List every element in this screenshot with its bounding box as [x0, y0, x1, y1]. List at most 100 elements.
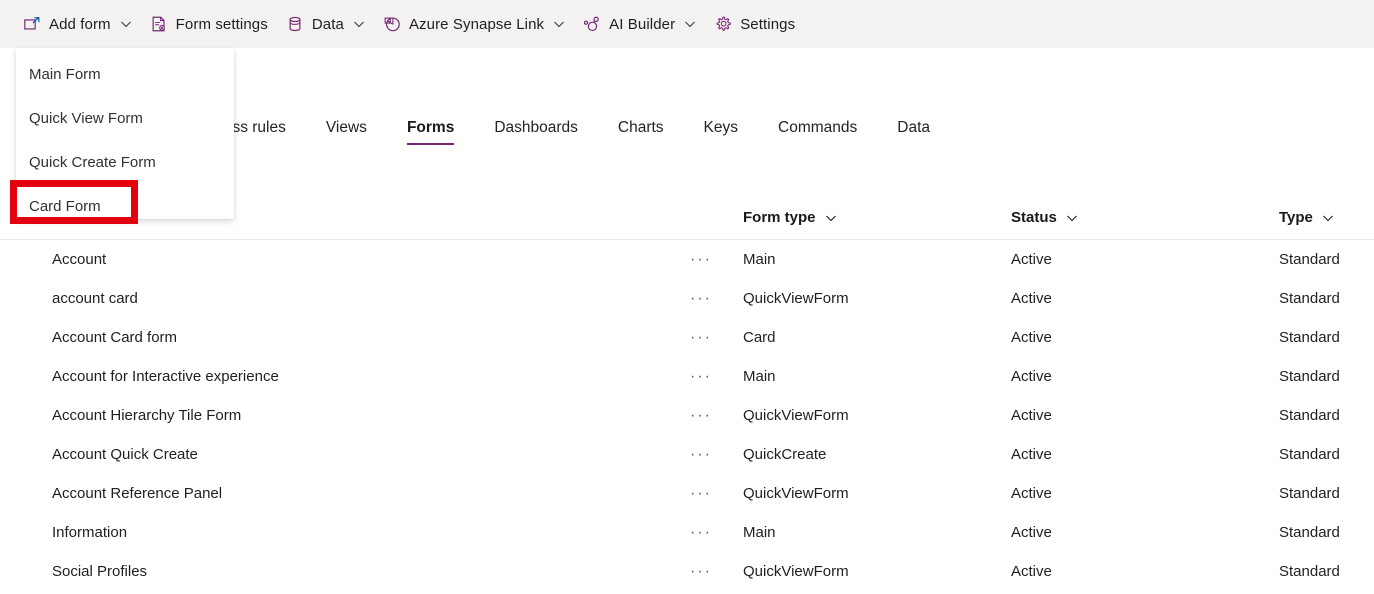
menu-item-quick-view-form[interactable]: Quick View Form [16, 96, 234, 140]
tab-dashboards[interactable]: Dashboards [494, 119, 578, 145]
form-settings-button[interactable]: Form settings [141, 6, 277, 42]
more-icon: ··· [690, 524, 712, 541]
table-row[interactable]: Social Profiles ··· QuickViewForm Active… [0, 552, 1374, 591]
column-header-label: Type [1279, 209, 1313, 226]
row-overflow-button[interactable]: ··· [690, 329, 743, 346]
cell-form-type: Main [743, 524, 776, 541]
chevron-down-icon [825, 215, 836, 221]
more-icon: ··· [690, 446, 712, 463]
chevron-down-icon [1066, 215, 1077, 221]
cell-type: Standard [1279, 524, 1340, 541]
column-header-status[interactable]: Status [1011, 209, 1279, 226]
tab-keys[interactable]: Keys [704, 119, 738, 145]
tab-label: Views [325, 119, 367, 136]
menu-item-card-form[interactable]: Card Form [16, 184, 234, 228]
cell-status: Active [1011, 368, 1052, 385]
cell-form-type: Card [743, 329, 776, 346]
cell-type: Standard [1279, 485, 1340, 502]
table-row[interactable]: Account ··· Main Active Standard [0, 240, 1374, 279]
form-settings-icon [152, 16, 165, 32]
azure-synapse-link-button[interactable]: Azure Synapse Link [374, 6, 574, 42]
tab-views[interactable]: Views [326, 119, 367, 145]
azure-synapse-link-icon [384, 17, 400, 32]
cell-status: Active [1011, 524, 1052, 541]
table-row[interactable]: Account Reference Panel ··· QuickViewFor… [0, 474, 1374, 513]
cell-name: account card [52, 290, 138, 307]
tab-label: Keys [703, 119, 739, 136]
cell-status: Active [1011, 485, 1052, 502]
cell-status: Active [1011, 563, 1052, 580]
add-form-label: Add form [49, 15, 111, 33]
table-row[interactable]: Account Card form ··· Card Active Standa… [0, 318, 1374, 357]
cell-form-type: QuickViewForm [743, 290, 849, 307]
cell-form-type: Main [743, 368, 776, 385]
cell-type: Standard [1279, 563, 1340, 580]
ai-builder-label: AI Builder [609, 15, 676, 33]
data-button[interactable]: Data [277, 6, 374, 42]
chevron-down-icon [120, 21, 131, 28]
table-row[interactable]: Account Hierarchy Tile Form ··· QuickVie… [0, 396, 1374, 435]
column-header-label: Status [1011, 209, 1057, 226]
row-overflow-button[interactable]: ··· [690, 563, 743, 580]
menu-item-label: Quick View Form [29, 109, 143, 127]
row-overflow-button[interactable]: ··· [690, 251, 743, 268]
tab-forms[interactable]: Forms [406, 119, 455, 145]
column-header-label: Form type [743, 209, 816, 226]
settings-label: Settings [740, 15, 796, 33]
chevron-down-icon [354, 21, 364, 28]
ai-builder-button[interactable]: AI Builder [574, 6, 705, 42]
table-row[interactable]: account card ··· QuickViewForm Active St… [0, 279, 1374, 318]
row-overflow-button[interactable]: ··· [690, 524, 743, 541]
chevron-down-icon [554, 21, 565, 28]
cell-form-type: QuickViewForm [743, 563, 849, 580]
row-overflow-button[interactable]: ··· [690, 485, 743, 502]
chevron-down-icon [685, 21, 696, 28]
tab-charts[interactable]: Charts [618, 119, 664, 145]
cell-name: Account for Interactive experience [52, 368, 279, 385]
menu-item-main-form[interactable]: Main Form [16, 52, 234, 96]
menu-item-quick-create-form[interactable]: Quick Create Form [16, 140, 234, 184]
cell-name: Information [52, 524, 128, 541]
column-header-form-type[interactable]: Form type [743, 209, 1011, 226]
settings-button[interactable]: Settings [705, 6, 804, 42]
menu-item-label: Main Form [29, 65, 101, 83]
cell-form-type: QuickViewForm [743, 407, 849, 424]
chevron-down-icon [1323, 215, 1333, 221]
command-bar: Add form Form settings Data Azure Synaps… [0, 0, 1374, 48]
more-icon: ··· [690, 251, 712, 268]
cell-form-type: Main [743, 251, 776, 268]
row-overflow-button[interactable]: ··· [690, 446, 743, 463]
row-overflow-button[interactable]: ··· [690, 407, 743, 424]
column-header-type[interactable]: Type [1279, 209, 1374, 226]
add-form-dropdown-menu: Main Form Quick View Form Quick Create F… [16, 48, 234, 219]
cell-form-type: QuickCreate [743, 446, 827, 463]
cell-name: Account Hierarchy Tile Form [52, 407, 242, 424]
table-row[interactable]: Account for Interactive experience ··· M… [0, 357, 1374, 396]
cell-type: Standard [1279, 407, 1340, 424]
tab-label: Charts [617, 119, 664, 136]
cell-form-type: QuickViewForm [743, 485, 849, 502]
table-row[interactable]: Account Quick Create ··· QuickCreate Act… [0, 435, 1374, 474]
add-form-button[interactable]: Add form [14, 6, 141, 42]
tab-data[interactable]: Data [897, 119, 930, 145]
more-icon: ··· [690, 563, 712, 580]
cell-name: Account Reference Panel [52, 485, 223, 502]
more-icon: ··· [690, 368, 712, 385]
cell-status: Active [1011, 251, 1052, 268]
more-icon: ··· [690, 329, 712, 346]
cell-type: Standard [1279, 251, 1340, 268]
row-overflow-button[interactable]: ··· [690, 290, 743, 307]
menu-item-label: Card Form [29, 197, 101, 215]
row-overflow-button[interactable]: ··· [690, 368, 743, 385]
more-icon: ··· [690, 407, 712, 424]
tab-label: Forms [406, 119, 455, 136]
tab-commands[interactable]: Commands [778, 119, 857, 145]
cell-name: Social Profiles [52, 563, 148, 580]
more-icon: ··· [690, 290, 712, 307]
cell-status: Active [1011, 290, 1052, 307]
azure-synapse-link-label: Azure Synapse Link [408, 15, 545, 33]
table-row[interactable]: Information ··· Main Active Standard [0, 513, 1374, 552]
cell-status: Active [1011, 407, 1052, 424]
menu-item-label: Quick Create Form [29, 153, 156, 171]
form-settings-label: Form settings [175, 15, 268, 33]
